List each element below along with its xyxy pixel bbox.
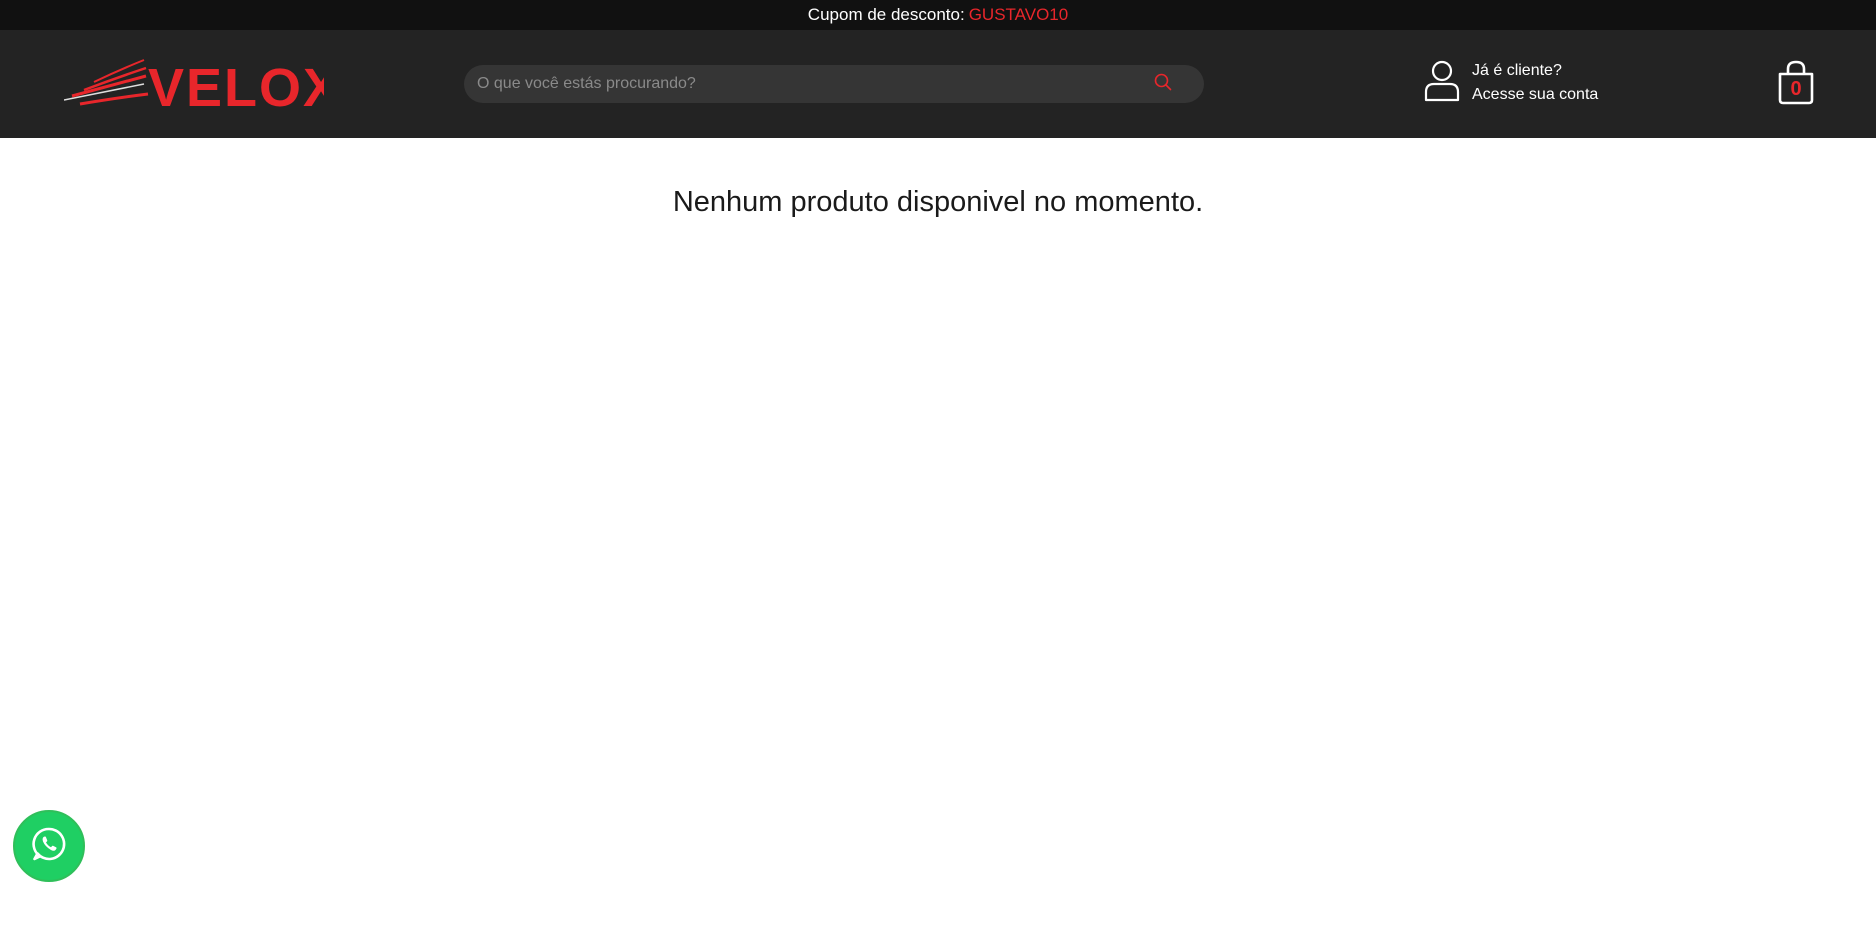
promo-code: GUSTAVO10 xyxy=(968,5,1069,24)
whatsapp-icon xyxy=(31,826,67,867)
empty-products-message: Nenhum produto disponivel no momento. xyxy=(672,186,1204,218)
search-button[interactable] xyxy=(1148,69,1178,99)
search-bar xyxy=(464,65,1204,103)
account-line1: Já é cliente? xyxy=(1472,62,1562,79)
site-header: VELOX Já é cliente? Acesse sua conta xyxy=(0,30,1876,138)
cart-count: 0 xyxy=(1790,78,1802,100)
search-input[interactable] xyxy=(464,65,1148,103)
promo-bar: Cupom de desconto: GUSTAVO10 xyxy=(0,0,1876,30)
velox-logo[interactable]: VELOX xyxy=(63,52,339,118)
account-link[interactable]: Já é cliente? Acesse sua conta xyxy=(1424,58,1598,108)
cart-button[interactable]: 0 xyxy=(1776,60,1816,106)
account-texts: Já é cliente? Acesse sua conta xyxy=(1472,59,1598,107)
account-line2: Acesse sua conta xyxy=(1472,86,1599,103)
logo-text: VELOX xyxy=(148,58,324,112)
promo-label: Cupom de desconto: xyxy=(807,5,965,24)
whatsapp-button[interactable] xyxy=(13,810,85,882)
user-icon xyxy=(1424,60,1460,107)
search-icon xyxy=(1154,73,1172,96)
